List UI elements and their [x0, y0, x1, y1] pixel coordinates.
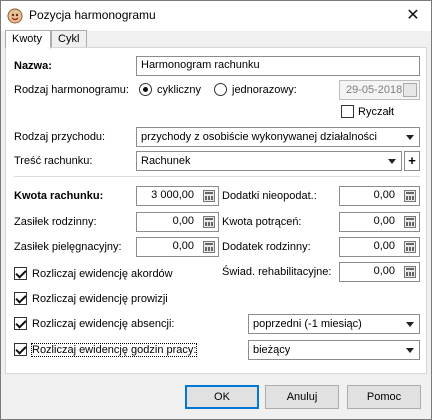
kwota-potracen-value: 0,00 — [373, 215, 395, 227]
ryczalt-label: Ryczałt — [358, 106, 395, 118]
cancel-button[interactable]: Anuluj — [265, 385, 339, 409]
godzin-pracy-checkbox[interactable] — [14, 343, 27, 356]
swiad-rehabilitacyjne-input[interactable]: 0,00 — [339, 262, 420, 282]
absencji-select[interactable]: poprzedni (-1 miesiąc) — [248, 314, 420, 334]
godzin-pracy-label: Rozliczaj ewidencję godzin pracy: — [30, 343, 198, 357]
akordow-label: Rozliczaj ewidencję akordów — [32, 268, 173, 280]
dodatki-nieopodat-label: Dodatki nieopodat.: — [222, 190, 317, 202]
godzin-pracy-select-value: bieżący — [253, 344, 291, 356]
prowizji-label: Rozliczaj ewidencję prowizji — [32, 293, 168, 305]
zasilek-rodzinny-value: 0,00 — [172, 215, 194, 227]
date-field[interactable]: 29-05-2018 — [339, 80, 420, 100]
zasilek-pielegnacyjny-value: 0,00 — [172, 240, 194, 252]
tresc-rachunku-value: Rachunek — [141, 155, 191, 167]
tab-cykl[interactable]: Cykl — [51, 30, 87, 48]
tab-kwoty[interactable]: Kwoty — [5, 30, 51, 49]
ryczalt-checkbox[interactable] — [341, 105, 354, 118]
dialog-window: Pozycja harmonogramu ✕ Kwoty Cykl Nazwa:… — [0, 0, 432, 420]
zasilek-rodzinny-label: Zasiłek rodzinny: — [14, 216, 97, 228]
radio-cykliczny[interactable] — [139, 83, 152, 96]
nazwa-label: Nazwa: — [14, 60, 52, 72]
kwota-rachunku-input[interactable]: 3 000,00 — [136, 186, 219, 206]
dodatek-rodzinny-input[interactable]: 0,00 — [339, 237, 420, 257]
dodatki-nieopodat-value: 0,00 — [373, 189, 395, 201]
calculator-icon[interactable] — [404, 190, 416, 202]
absencji-label: Rozliczaj ewidencję absencji: — [32, 318, 175, 330]
separator — [14, 176, 420, 177]
chevron-down-icon — [388, 159, 396, 164]
calendar-icon[interactable] — [403, 83, 417, 97]
rodzaj-przychodu-label: Rodzaj przychodu: — [14, 131, 106, 143]
zasilek-pielegnacyjny-input[interactable]: 0,00 — [136, 237, 219, 257]
radio-jednorazowy-label: jednorazowy: — [232, 84, 297, 96]
rodzaj-harmonogramu-label: Rodzaj harmonogramu: — [14, 84, 129, 96]
tab-panel-kwoty: Nazwa: Harmonogram rachunku Rodzaj harmo… — [5, 47, 427, 374]
calculator-icon[interactable] — [203, 190, 215, 202]
calculator-icon[interactable] — [404, 241, 416, 253]
calculator-icon[interactable] — [404, 216, 416, 228]
calculator-icon[interactable] — [203, 241, 215, 253]
kwota-rachunku-value: 3 000,00 — [151, 189, 194, 201]
calculator-icon[interactable] — [404, 266, 416, 278]
rodzaj-przychodu-select[interactable]: przychody z osobiście wykonywanej działa… — [136, 127, 420, 147]
zasilek-rodzinny-input[interactable]: 0,00 — [136, 212, 219, 232]
help-button[interactable]: Pomoc — [347, 385, 421, 409]
radio-jednorazowy[interactable] — [214, 83, 227, 96]
kwota-potracen-input[interactable]: 0,00 — [339, 212, 420, 232]
kwota-potracen-label: Kwota potrąceń: — [222, 216, 302, 228]
swiad-rehabilitacyjne-value: 0,00 — [373, 265, 395, 277]
prowizji-checkbox[interactable] — [14, 292, 27, 305]
ok-button[interactable]: OK — [185, 385, 259, 409]
kwota-rachunku-label: Kwota rachunku: — [14, 190, 104, 202]
app-icon — [7, 8, 23, 24]
dodatek-rodzinny-value: 0,00 — [373, 240, 395, 252]
dodatek-rodzinny-label: Dodatek rodzinny: — [222, 241, 311, 253]
godzin-pracy-select[interactable]: bieżący — [248, 340, 420, 360]
date-value: 29-05-2018 — [346, 84, 403, 96]
calculator-icon[interactable] — [203, 216, 215, 228]
tresc-rachunku-label: Treść rachunku: — [14, 155, 93, 167]
chevron-down-icon — [406, 135, 414, 140]
absencji-select-value: poprzedni (-1 miesiąc) — [253, 318, 362, 330]
title-bar: Pozycja harmonogramu ✕ — [1, 1, 431, 31]
swiad-rehabilitacyjne-label: Świad. rehabilitacyjne: — [222, 266, 332, 278]
absencji-checkbox[interactable] — [14, 317, 27, 330]
tresc-rachunku-select[interactable]: Rachunek — [136, 151, 402, 171]
nazwa-input[interactable]: Harmonogram rachunku — [136, 56, 420, 76]
dodatki-nieopodat-input[interactable]: 0,00 — [339, 186, 420, 206]
radio-cykliczny-label: cykliczny — [157, 84, 202, 96]
zasilek-pielegnacyjny-label: Zasiłek pielęgnacyjny: — [14, 241, 122, 253]
chevron-down-icon — [406, 348, 414, 353]
add-button[interactable]: + — [404, 151, 420, 171]
chevron-down-icon — [406, 322, 414, 327]
rodzaj-przychodu-value: przychody z osobiście wykonywanej działa… — [141, 131, 378, 143]
akordow-checkbox[interactable] — [14, 267, 27, 280]
close-icon[interactable]: ✕ — [403, 6, 423, 26]
window-title: Pozycja harmonogramu — [29, 8, 156, 22]
